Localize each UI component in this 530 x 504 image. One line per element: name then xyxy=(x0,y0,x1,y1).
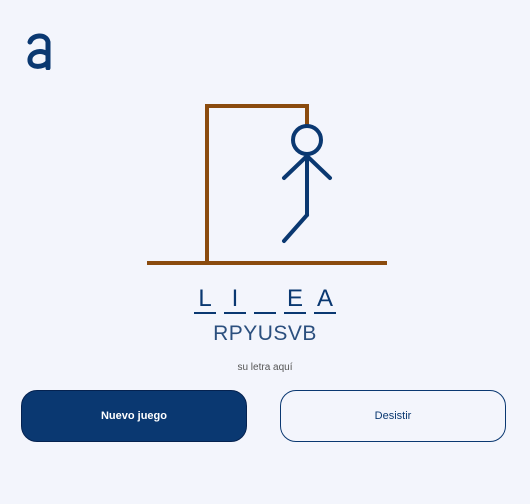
letter-slot: I xyxy=(224,286,246,314)
give-up-button[interactable]: Desistir xyxy=(280,390,506,442)
figure-left-leg xyxy=(282,213,309,243)
letter-input-hint[interactable]: su letra aquí xyxy=(0,362,530,373)
letter-slot: L xyxy=(194,286,216,314)
gallows xyxy=(147,104,387,265)
hangman-figure xyxy=(282,124,332,243)
new-game-button[interactable]: Nuevo juego xyxy=(21,390,247,442)
figure-head xyxy=(291,124,323,156)
letter-slot: A xyxy=(314,286,336,314)
wrong-letters: RPYUSVB xyxy=(213,322,317,345)
figure-left-arm xyxy=(282,154,309,180)
word-display: L I E A xyxy=(0,286,530,316)
letter-slot: E xyxy=(284,286,306,314)
letter-slot xyxy=(254,286,276,314)
figure-right-arm xyxy=(305,154,332,180)
hangman-drawing xyxy=(147,104,387,265)
